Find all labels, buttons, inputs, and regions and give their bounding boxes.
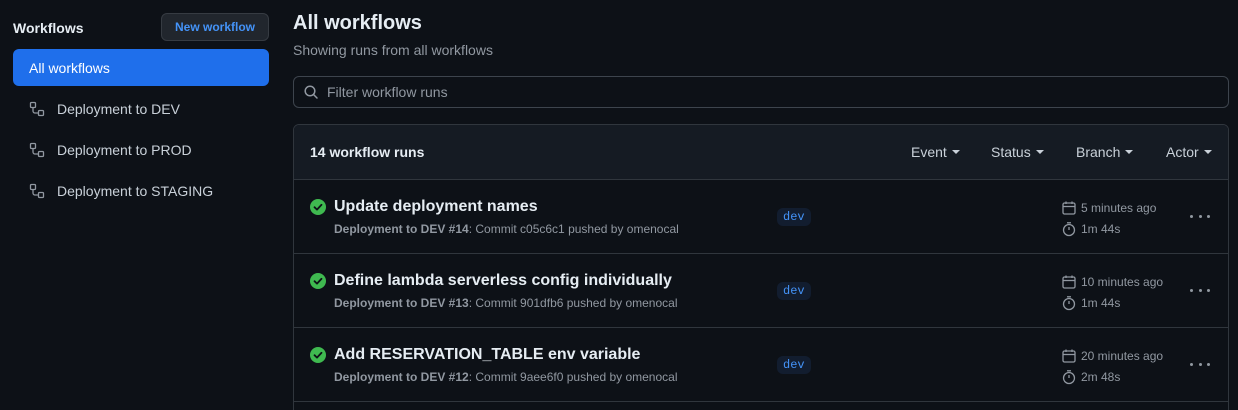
branch-badge[interactable]: dev: [777, 208, 811, 226]
workflow-run-row[interactable]: Update deployment names Deployment to DE…: [294, 180, 1228, 254]
sidebar-item-label: Deployment to DEV: [57, 100, 180, 117]
actor-filter-dropdown[interactable]: Actor: [1166, 144, 1212, 160]
filter-bar: [293, 76, 1229, 108]
branch-badge[interactable]: dev: [777, 282, 811, 300]
chevron-down-icon: [1035, 150, 1044, 154]
page-title: All workflows: [293, 12, 422, 34]
branch-filter-dropdown[interactable]: Branch: [1076, 144, 1134, 160]
sidebar-item-deployment-staging[interactable]: Deployment to STAGING: [13, 172, 269, 209]
success-check-icon: [310, 199, 326, 215]
run-title-link[interactable]: Define lambda serverless config individu…: [334, 272, 672, 290]
chevron-down-icon: [951, 150, 960, 154]
sidebar-item-deployment-prod[interactable]: Deployment to PROD: [13, 131, 269, 168]
run-count: 14 workflow runs: [310, 144, 425, 160]
run-meta: Deployment to DEV #13: Commit 901dfb6 pu…: [334, 296, 678, 310]
sidebar-item-label: All workflows: [29, 59, 110, 76]
chevron-down-icon: [1203, 150, 1212, 154]
run-commit-info: : Commit 9aee6f0 pushed by omenocal: [468, 370, 678, 384]
branch-badge[interactable]: dev: [777, 356, 811, 374]
new-workflow-button[interactable]: New workflow: [161, 13, 269, 41]
run-duration: 1m 44s: [1061, 295, 1120, 311]
run-commit-info: : Commit c05c6c1 pushed by omenocal: [468, 222, 679, 236]
search-icon: [303, 84, 319, 100]
run-duration: 2m 48s: [1061, 369, 1120, 385]
run-timestamp: 10 minutes ago: [1061, 274, 1163, 290]
run-title-link[interactable]: Add RESERVATION_TABLE env variable: [334, 346, 640, 364]
run-duration-text: 1m 44s: [1081, 296, 1121, 310]
kebab-menu-icon[interactable]: [1190, 208, 1210, 224]
status-filter-dropdown[interactable]: Status: [991, 144, 1044, 160]
run-meta: Deployment to DEV #12: Commit 9aee6f0 pu…: [334, 370, 678, 384]
workflow-run-row[interactable]: Add RESERVATION_TABLE env variable Deplo…: [294, 328, 1228, 402]
run-workflow-name: Deployment to DEV #14: [334, 222, 469, 236]
workflow-icon: [29, 183, 45, 199]
calendar-icon: [1062, 201, 1076, 215]
status-filter-label: Status: [991, 144, 1031, 160]
event-filter-label: Event: [911, 144, 947, 160]
run-meta: Deployment to DEV #14: Commit c05c6c1 pu…: [334, 222, 679, 236]
run-timestamp: 5 minutes ago: [1061, 200, 1156, 216]
run-duration-text: 2m 48s: [1081, 370, 1121, 384]
run-workflow-name: Deployment to DEV #13: [334, 296, 469, 310]
calendar-icon: [1062, 275, 1076, 289]
filter-workflow-runs-input[interactable]: [327, 78, 1228, 106]
workflow-runs-list: 14 workflow runs Event Status Branch Act…: [293, 124, 1229, 410]
run-title-link[interactable]: Update deployment names: [334, 198, 538, 216]
run-duration-text: 1m 44s: [1081, 222, 1121, 236]
sidebar-item-label: Deployment to PROD: [57, 141, 192, 158]
workflow-icon: [29, 101, 45, 117]
run-workflow-name: Deployment to DEV #12: [334, 370, 469, 384]
run-timestamp: 20 minutes ago: [1061, 348, 1163, 364]
stopwatch-icon: [1062, 296, 1076, 311]
chevron-down-icon: [1125, 150, 1134, 154]
sidebar: Workflows New workflow All workflows Dep…: [0, 0, 281, 410]
sidebar-title: Workflows: [13, 20, 84, 36]
sidebar-item-label: Deployment to STAGING: [57, 182, 214, 199]
calendar-icon: [1062, 349, 1076, 363]
sidebar-item-all-workflows[interactable]: All workflows: [13, 49, 269, 86]
actor-filter-label: Actor: [1166, 144, 1199, 160]
event-filter-dropdown[interactable]: Event: [911, 144, 960, 160]
run-commit-info: : Commit 901dfb6 pushed by omenocal: [468, 296, 678, 310]
run-time-text: 20 minutes ago: [1081, 349, 1164, 363]
branch-filter-label: Branch: [1076, 144, 1121, 160]
runs-list-header: 14 workflow runs Event Status Branch Act…: [294, 125, 1228, 180]
kebab-menu-icon[interactable]: [1190, 356, 1210, 372]
success-check-icon: [310, 347, 326, 363]
stopwatch-icon: [1062, 222, 1076, 237]
stopwatch-icon: [1062, 370, 1076, 385]
main-content: All workflows Showing runs from all work…: [293, 0, 1229, 410]
workflow-run-row[interactable]: Define lambda serverless config individu…: [294, 254, 1228, 328]
page-subtitle: Showing runs from all workflows: [293, 42, 493, 58]
kebab-menu-icon[interactable]: [1190, 282, 1210, 298]
success-check-icon: [310, 273, 326, 289]
run-time-text: 10 minutes ago: [1081, 275, 1164, 289]
workflow-icon: [29, 142, 45, 158]
run-duration: 1m 44s: [1061, 221, 1120, 237]
sidebar-item-deployment-dev[interactable]: Deployment to DEV: [13, 90, 269, 127]
run-time-text: 5 minutes ago: [1081, 201, 1157, 215]
